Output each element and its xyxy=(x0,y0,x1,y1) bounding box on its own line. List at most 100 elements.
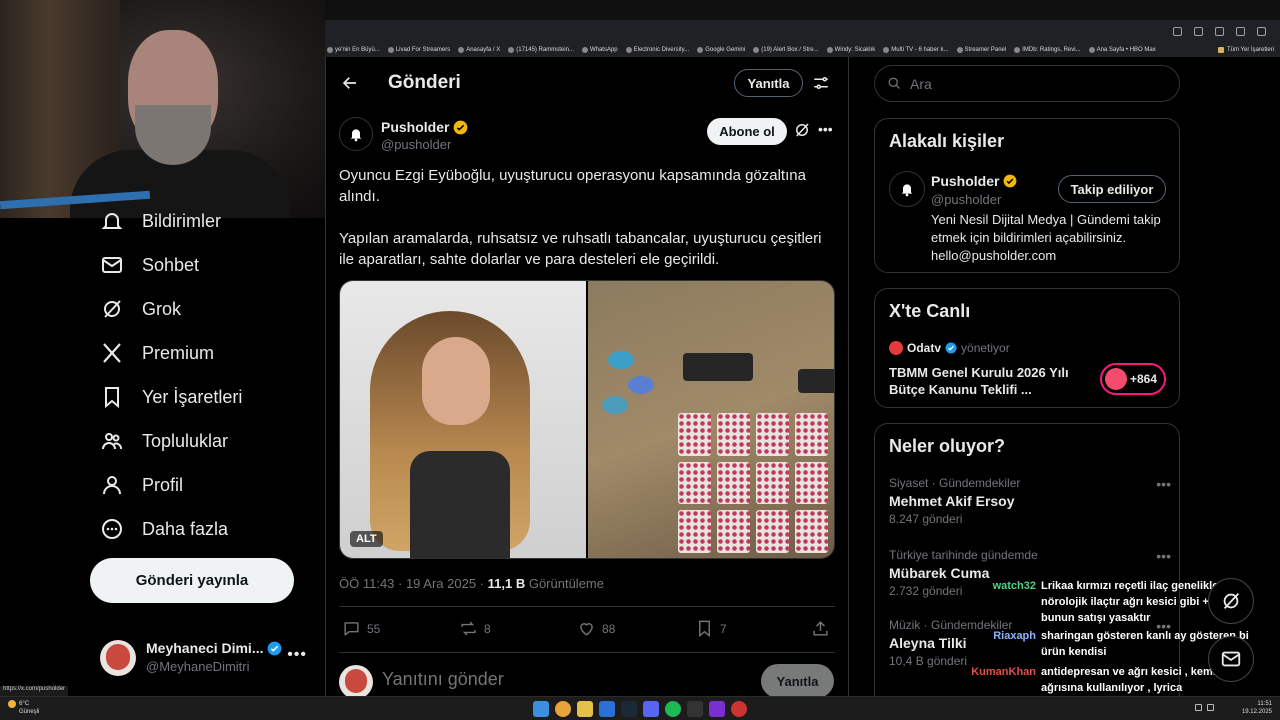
start-icon[interactable] xyxy=(533,701,549,717)
bookmark-item[interactable]: Streamer Panel xyxy=(956,46,1006,53)
bookmark-item[interactable]: Windy: Sicaklık xyxy=(826,46,875,53)
favicon-icon xyxy=(458,46,465,53)
listeners-badge[interactable]: +864 xyxy=(1100,363,1166,395)
reply-action[interactable]: 55 xyxy=(342,619,380,638)
bookmark-item[interactable]: (19) Alert Box / Stre... xyxy=(753,46,819,53)
left-navigation xyxy=(0,218,325,696)
related-name: Pusholder xyxy=(931,173,1000,189)
volume-icon[interactable] xyxy=(1207,704,1214,711)
favicon-icon xyxy=(883,46,890,53)
bookmark-item[interactable]: Livad For Streamers xyxy=(387,46,450,53)
browser-toolbar xyxy=(325,20,1280,42)
repost-action[interactable]: 8 xyxy=(459,619,491,638)
bookmark-item[interactable]: ye'nin En Büyü... xyxy=(327,46,380,53)
bookmark-count: 7 xyxy=(720,621,727,636)
bookmark-item[interactable]: Multi TV - 6 haber k... xyxy=(883,46,949,53)
post-column: Gönderi Yanıtla Pusholder @pusholder Abo… xyxy=(325,57,849,696)
media-photo-portrait[interactable] xyxy=(340,281,586,558)
evidence-pistol xyxy=(798,369,834,393)
author-avatar[interactable] xyxy=(339,117,373,151)
bookmark-item[interactable]: IMDb: Ratings, Revi... xyxy=(1014,46,1081,53)
sidebar-item-premium[interactable]: Premium xyxy=(100,338,214,368)
folder-icon[interactable] xyxy=(577,701,593,717)
weather-widget[interactable]: 6°C Güneşli xyxy=(8,700,39,716)
discord-icon[interactable] xyxy=(643,701,659,717)
live-host[interactable]: Odatv yönetiyor xyxy=(889,341,1010,355)
cast-icon[interactable] xyxy=(1194,26,1203,36)
sidebar-item-daha-fazla[interactable]: Daha fazla xyxy=(100,514,228,544)
sidebar-item-bildirimler[interactable]: Bildirimler xyxy=(100,206,221,236)
messages-fab[interactable] xyxy=(1208,636,1254,682)
app-icon[interactable] xyxy=(709,701,725,717)
bookmark-item[interactable]: Electronic Diversity... xyxy=(625,46,689,53)
reply-pill-button[interactable]: Yanıtla xyxy=(734,69,803,97)
post-button[interactable]: Gönderi yayınla xyxy=(90,558,294,603)
following-button[interactable]: Takip ediliyor xyxy=(1058,175,1166,203)
favicon-icon xyxy=(508,46,515,53)
like-action[interactable]: 88 xyxy=(577,619,615,638)
sidebar-item-profil[interactable]: Profil xyxy=(100,470,183,500)
bookmark-item[interactable]: WhatsApp xyxy=(581,46,618,53)
trend-item[interactable]: Siyaset · Gündemdekiler Mehmet Akif Ersoy… xyxy=(889,476,1171,526)
spotify-icon[interactable] xyxy=(665,701,681,717)
like-count: 88 xyxy=(602,621,616,636)
tweet-media[interactable]: ALT xyxy=(339,280,835,559)
more-icon[interactable]: ••• xyxy=(1156,476,1171,492)
more-icon[interactable]: ••• xyxy=(287,646,307,664)
reply-submit-button[interactable]: Yanıtla xyxy=(761,664,834,696)
account-switcher[interactable]: Meyhaneci Dimi... @MeyhaneDimitri ••• xyxy=(100,634,315,678)
search-input[interactable]: Ara xyxy=(874,65,1180,102)
sidebar-item-grok[interactable]: Grok xyxy=(100,294,181,324)
folder-icon xyxy=(1217,46,1224,53)
listener-avatar xyxy=(1105,368,1127,390)
profile-icon[interactable] xyxy=(1257,26,1266,36)
account-handle: @MeyhaneDimitri xyxy=(146,659,250,674)
view-label: Görüntüleme xyxy=(525,576,604,591)
all-bookmarks[interactable]: Tüm Yer İşaretleri xyxy=(1211,42,1274,57)
author-name-row[interactable]: Pusholder xyxy=(381,119,468,135)
star-icon[interactable] xyxy=(1215,26,1224,36)
clock[interactable]: 11:51 19.12.2025 xyxy=(1242,700,1272,716)
live-event-title[interactable]: TBMM Genel Kurulu 2026 Yılı Bütçe Kanunu… xyxy=(889,364,1089,398)
status-url: https://x.com/pusholder xyxy=(0,686,69,696)
sidebar-item-topluluklar[interactable]: Topluluklar xyxy=(100,426,228,456)
grok-fab[interactable] xyxy=(1208,578,1254,624)
related-handle[interactable]: @pusholder xyxy=(931,192,1001,207)
windows-taskbar: 6°C Güneşli 11:51 19.12.2025 xyxy=(0,696,1280,720)
sidebar-item-sohbet[interactable]: Sohbet xyxy=(100,250,199,280)
post-timestamp[interactable]: ÖÖ 11:43 · 19 Ara 2025 · xyxy=(339,576,488,591)
sidebar-item-yer-i-şaretleri[interactable]: Yer İşaretleri xyxy=(100,382,242,412)
more-icon[interactable]: ••• xyxy=(1156,548,1171,564)
share-action[interactable] xyxy=(811,619,830,638)
zoom-icon[interactable] xyxy=(1173,26,1182,36)
bookmark-item[interactable]: Anasayfa / X xyxy=(458,46,500,53)
reply-input[interactable] xyxy=(382,669,614,690)
sliders-icon xyxy=(814,77,828,89)
app-icon[interactable] xyxy=(599,701,615,717)
epic-icon[interactable] xyxy=(687,701,703,717)
wifi-icon[interactable] xyxy=(1195,704,1202,711)
grok-button[interactable] xyxy=(793,121,813,141)
steam-icon[interactable] xyxy=(621,701,637,717)
bookmark-item[interactable]: Ana Sayfa • HBO Max xyxy=(1088,46,1156,53)
weather-desc: Güneşli xyxy=(19,709,40,715)
bookmark-item[interactable]: (17145) Rammstein... xyxy=(508,46,574,53)
avatar[interactable] xyxy=(889,171,925,207)
heart-icon xyxy=(580,623,593,636)
related-name-row[interactable]: Pusholder xyxy=(931,173,1017,189)
sidebar-item-label: Sohbet xyxy=(142,254,200,275)
alt-text-badge[interactable]: ALT xyxy=(350,531,383,547)
obs-icon[interactable] xyxy=(731,701,747,717)
reply-count: 55 xyxy=(367,621,381,636)
extensions-icon[interactable] xyxy=(1236,26,1245,36)
more-icon[interactable]: ••• xyxy=(818,121,836,141)
bookmark-item[interactable]: Google Gemini xyxy=(697,46,745,53)
bookmark-action[interactable]: 7 xyxy=(695,619,727,638)
settings-button[interactable] xyxy=(810,72,832,94)
author-handle[interactable]: @pusholder xyxy=(381,137,451,152)
favicon-icon xyxy=(625,46,632,53)
media-photo-evidence[interactable] xyxy=(588,281,834,558)
chrome-icon[interactable] xyxy=(555,701,571,717)
subscribe-button[interactable]: Abone ol xyxy=(707,118,787,145)
back-button[interactable] xyxy=(338,71,362,95)
